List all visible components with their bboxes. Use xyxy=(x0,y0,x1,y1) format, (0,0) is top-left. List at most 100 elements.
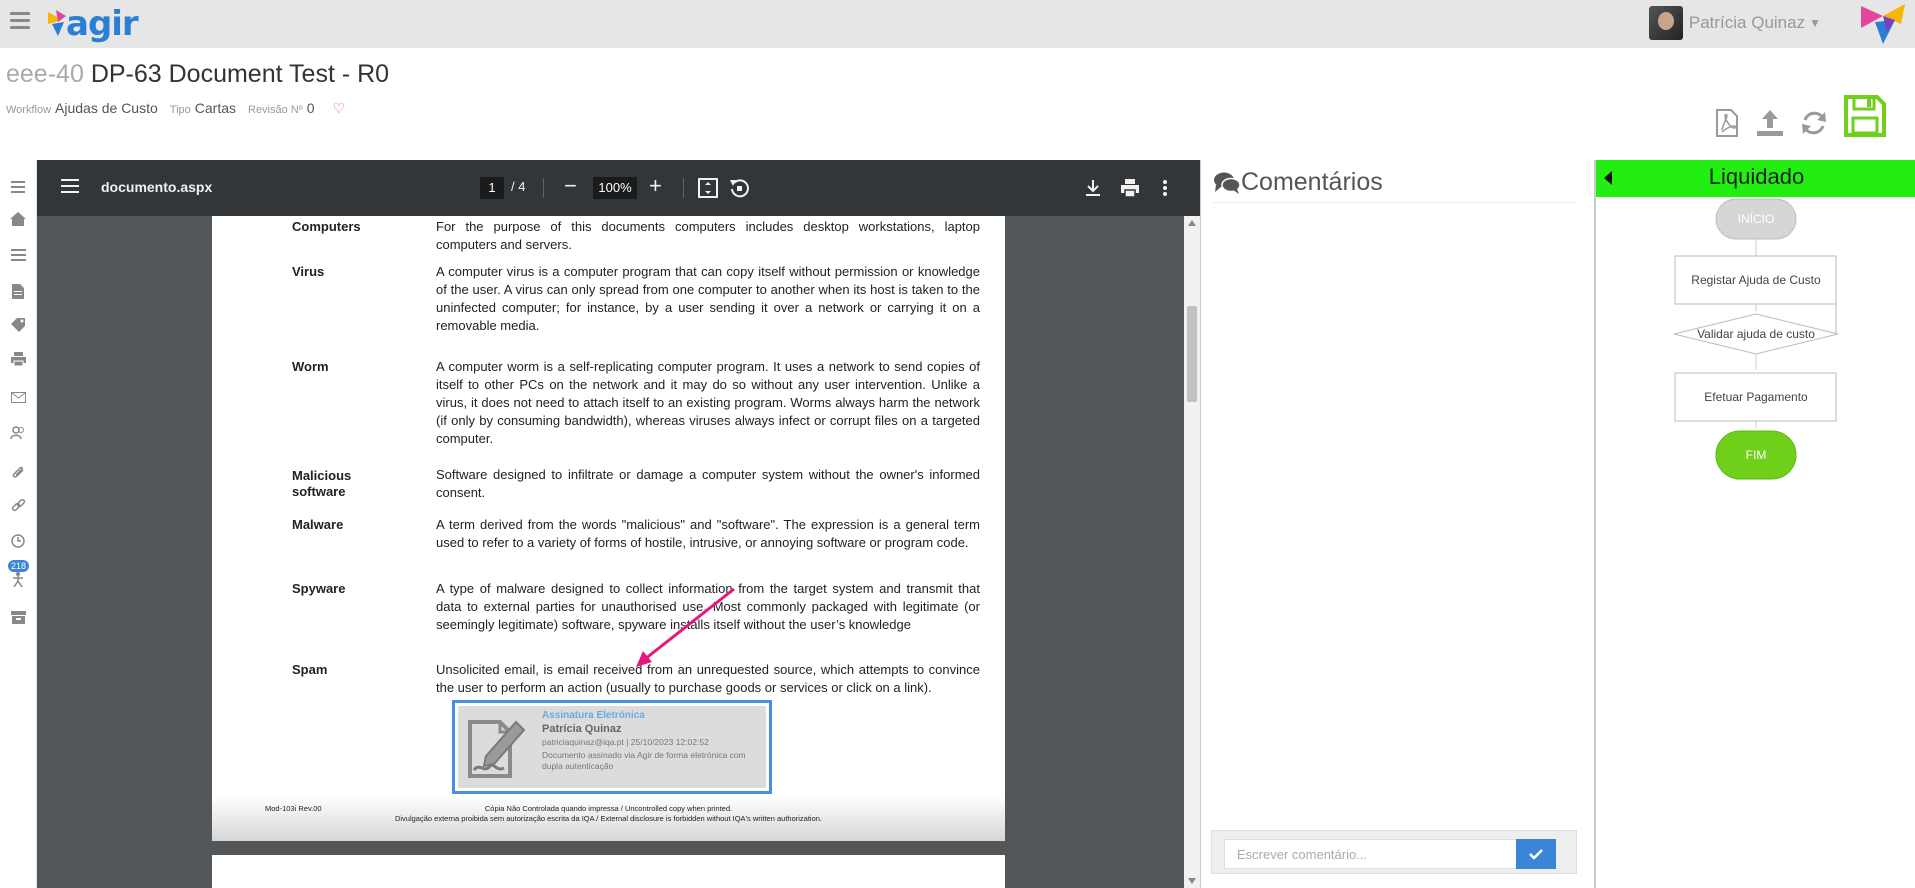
pdf-viewer: documento.aspx 1 / 4 − 100% + Computers … xyxy=(37,160,1200,888)
save-icon[interactable] xyxy=(1843,94,1887,138)
workflow-node-label: Efetuar Pagamento xyxy=(1704,390,1808,404)
page-number-input[interactable]: 1 xyxy=(480,177,504,199)
document-meta: Workflow Ajudas de Custo Tipo Cartas Rev… xyxy=(6,100,345,117)
workflow-node-validate[interactable]: Validar ajuda de custo xyxy=(1673,313,1839,355)
toolbar-divider xyxy=(543,178,544,198)
workflow-node-register[interactable]: Registar Ajuda de Custo xyxy=(1674,255,1837,305)
workflow-status-bar: Liquidado xyxy=(1596,160,1915,197)
divider xyxy=(1213,202,1577,203)
upload-icon[interactable] xyxy=(1755,108,1785,138)
term-definition: A computer worm is a self-replicating co… xyxy=(436,359,980,446)
pdf-export-icon[interactable] xyxy=(1715,108,1741,138)
signature-stamp: Assinatura Eletrónica Patrícia Quinaz pa… xyxy=(458,706,766,788)
comment-composer xyxy=(1211,830,1577,874)
term-definition: A term derived from the words "malicious… xyxy=(436,517,980,550)
user-menu[interactable]: Patrícia Quinaz ▼ xyxy=(1648,4,1821,42)
document-icon[interactable] xyxy=(7,280,29,302)
footer-line-1: Cópia Não Controlada quando impressa / U… xyxy=(484,804,733,813)
print-icon[interactable] xyxy=(7,348,29,370)
term-definition: A computer virus is a computer program t… xyxy=(436,264,980,333)
pdf-menu-icon[interactable] xyxy=(61,179,79,193)
workflow-label: Workflow xyxy=(6,104,52,116)
send-comment-button[interactable] xyxy=(1516,839,1556,869)
signature-details: patriciaquinaz@iqa.pt | 25/10/2023 12:02… xyxy=(542,737,709,747)
term-label: Spyware xyxy=(292,581,346,596)
comment-input[interactable] xyxy=(1224,839,1524,869)
workflow-node-payment[interactable]: Efetuar Pagamento xyxy=(1674,372,1837,422)
workflow-node-end[interactable]: FIM xyxy=(1715,430,1797,480)
workflow-node-label: Validar ajuda de custo xyxy=(1697,327,1815,341)
favorite-heart-icon[interactable]: ♡ xyxy=(333,100,346,117)
check-icon xyxy=(1529,849,1543,860)
signature-note: Documento assinado via Agir de forma ele… xyxy=(542,750,746,771)
main-menu-icon[interactable] xyxy=(10,12,30,30)
attachment-icon[interactable] xyxy=(7,460,29,482)
revision-value: 0 xyxy=(306,100,315,116)
tags-icon[interactable] xyxy=(7,314,29,336)
logo-mark-icon xyxy=(48,10,66,36)
pdf-scrollbar[interactable] xyxy=(1184,216,1200,888)
top-bar: agir Patrícia Quinaz ▼ xyxy=(0,0,1915,48)
left-icon-rail: 218 xyxy=(0,160,37,888)
link-icon[interactable] xyxy=(7,494,29,516)
term-label: Malicious software xyxy=(292,468,352,499)
signature-name: Patrícia Quinaz xyxy=(542,723,622,735)
logo-text: agir xyxy=(66,4,139,44)
page-title: eee-40 DP-63 Document Test - R0 xyxy=(6,60,389,89)
scroll-up-icon[interactable] xyxy=(1188,220,1196,226)
toolbar-divider xyxy=(683,178,684,198)
print-icon[interactable] xyxy=(1118,176,1142,200)
archive-icon[interactable] xyxy=(7,606,29,628)
users-icon[interactable] xyxy=(7,422,29,444)
revision-label: Revisão Nº xyxy=(248,104,303,116)
workflow-node-label: FIM xyxy=(1746,448,1767,462)
zoom-input[interactable]: 100% xyxy=(593,177,637,199)
type-value: Cartas xyxy=(194,100,236,116)
workflow-value: Ajudas de Custo xyxy=(55,100,158,116)
footer-notice: Cópia Não Controlada quando impressa / U… xyxy=(212,804,1005,824)
term-definition: For the purpose of this documents comput… xyxy=(436,219,980,252)
term-definition: Software designed to infiltrate or damag… xyxy=(436,467,980,500)
signature-title: Assinatura Eletrónica xyxy=(542,710,645,721)
type-label: Tipo xyxy=(169,104,191,116)
comments-icon xyxy=(1214,172,1241,194)
zoom-in-button[interactable]: + xyxy=(649,173,662,199)
comments-header: Comentários xyxy=(1213,168,1383,197)
mail-icon[interactable] xyxy=(7,386,29,408)
workflow-node-start[interactable]: INÍCIO xyxy=(1715,198,1797,240)
download-icon[interactable] xyxy=(1081,176,1105,200)
workflow-diagram: INÍCIO Registar Ajuda de Custo Validar a… xyxy=(1673,198,1839,480)
pdf-page-next xyxy=(212,855,1005,888)
app-logo[interactable]: agir xyxy=(48,2,139,46)
more-options-icon[interactable] xyxy=(1153,176,1177,200)
zoom-out-button[interactable]: − xyxy=(564,173,577,199)
term-label: Spam xyxy=(292,662,328,677)
footer-line-2: Divulgação externa proibida sem autoriza… xyxy=(394,814,823,823)
chevron-down-icon: ▼ xyxy=(1809,16,1821,30)
document-title: DP-63 Document Test - R0 xyxy=(90,60,390,88)
electronic-signature-box[interactable]: Assinatura Eletrónica Patrícia Quinaz pa… xyxy=(452,700,772,794)
tasks-icon[interactable]: 218 xyxy=(7,560,30,590)
signature-pen-icon xyxy=(468,720,526,778)
page-footer: Mod-103i Rev.00 Cópia Não Controlada qua… xyxy=(212,796,1005,841)
term-definition: Unsolicited email, is email received fro… xyxy=(436,662,980,695)
document-code: eee-40 xyxy=(6,60,84,88)
list-icon[interactable] xyxy=(7,244,29,266)
scroll-thumb[interactable] xyxy=(1187,306,1197,402)
scroll-down-icon[interactable] xyxy=(1188,878,1196,884)
document-actions xyxy=(1715,94,1887,138)
term-label: Virus xyxy=(292,264,325,279)
pdf-filename: documento.aspx xyxy=(101,179,213,195)
home-icon[interactable] xyxy=(7,208,29,230)
fit-page-icon[interactable] xyxy=(696,176,720,200)
clock-icon[interactable] xyxy=(7,530,29,552)
corner-logo-icon xyxy=(1861,4,1905,44)
refresh-icon[interactable] xyxy=(1799,108,1829,138)
term-label: Computers xyxy=(292,219,361,234)
pdf-page: Computers For the purpose of this docume… xyxy=(212,216,1005,841)
rotate-icon[interactable] xyxy=(727,176,751,200)
workflow-node-label: INÍCIO xyxy=(1738,211,1775,226)
menu-lines-icon[interactable] xyxy=(7,176,29,198)
tasks-badge: 218 xyxy=(8,560,30,572)
page-total: / 4 xyxy=(511,179,526,194)
